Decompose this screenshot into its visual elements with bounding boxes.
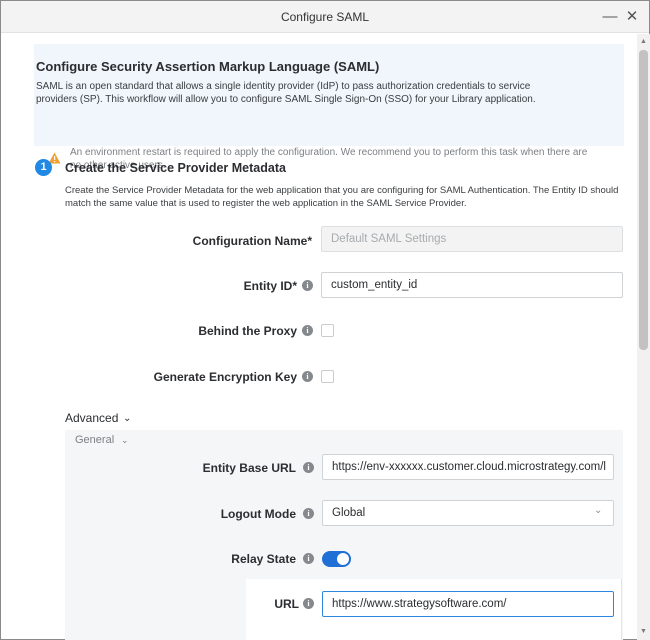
gen-key-label: Generate Encryption Key [153,370,297,384]
dialog-content: Configure Security Assertion Markup Lang… [1,34,637,640]
logout-mode-select[interactable]: Global [322,500,614,526]
entity-base-url-label: Entity Base URL [202,461,296,475]
scroll-up-arrow-icon[interactable]: ▲ [637,36,650,48]
scroll-thumb[interactable] [639,50,648,350]
entity-id-info-icon[interactable]: i [302,280,313,291]
scroll-down-arrow-icon[interactable]: ▼ [637,626,650,638]
window-title: Configure SAML [280,10,370,24]
behind-proxy-checkbox[interactable] [321,324,334,337]
relay-url-input[interactable]: https://www.strategysoftware.com/ [322,591,614,617]
relay-state-info-icon[interactable]: i [303,553,314,564]
relay-state-toggle[interactable] [322,551,351,567]
chevron-down-icon[interactable]: ⌄ [123,413,131,424]
chevron-down-icon[interactable]: ⌄ [594,505,602,516]
config-name-label: Configuration Name* [192,234,312,248]
entity-base-url-info-icon[interactable]: i [303,462,314,473]
config-name-input[interactable]: Default SAML Settings [321,226,623,252]
url-info-icon[interactable]: i [303,598,314,609]
logout-mode-info-icon[interactable]: i [303,508,314,519]
step-title: Create the Service Provider Metadata [65,161,286,175]
configure-saml-dialog: Configure SAML — ✕ Configure Security As… [0,0,650,640]
toggle-knob [337,553,349,565]
step-number-badge: 1 [35,159,52,176]
logout-mode-label: Logout Mode [220,507,296,521]
step-description: Create the Service Provider Metadata for… [65,185,619,209]
entity-base-url-input[interactable]: https://env-xxxxxx.customer.cloud.micros… [322,454,614,480]
gen-key-checkbox[interactable] [321,370,334,383]
minimize-button[interactable]: — [600,7,620,27]
chevron-down-icon[interactable]: ⌄ [121,435,129,446]
gen-key-info-icon[interactable]: i [302,371,313,382]
behind-proxy-info-icon[interactable]: i [302,325,313,336]
banner-title: Configure Security Assertion Markup Lang… [36,59,380,74]
behind-proxy-label: Behind the Proxy [198,324,297,338]
title-bar: Configure SAML — ✕ [1,1,649,33]
entity-id-label: Entity ID* [243,279,297,293]
entity-id-input[interactable]: custom_entity_id [321,272,623,298]
close-button[interactable]: ✕ [622,7,642,27]
advanced-toggle-label[interactable]: Advanced [65,411,118,425]
relay-state-label: Relay State [231,552,296,566]
vertical-scrollbar[interactable]: ▲ ▼ [637,34,650,640]
url-label: URL [274,597,299,611]
banner-description: SAML is an open standard that allows a s… [36,81,536,105]
general-section-label[interactable]: General [75,434,114,446]
